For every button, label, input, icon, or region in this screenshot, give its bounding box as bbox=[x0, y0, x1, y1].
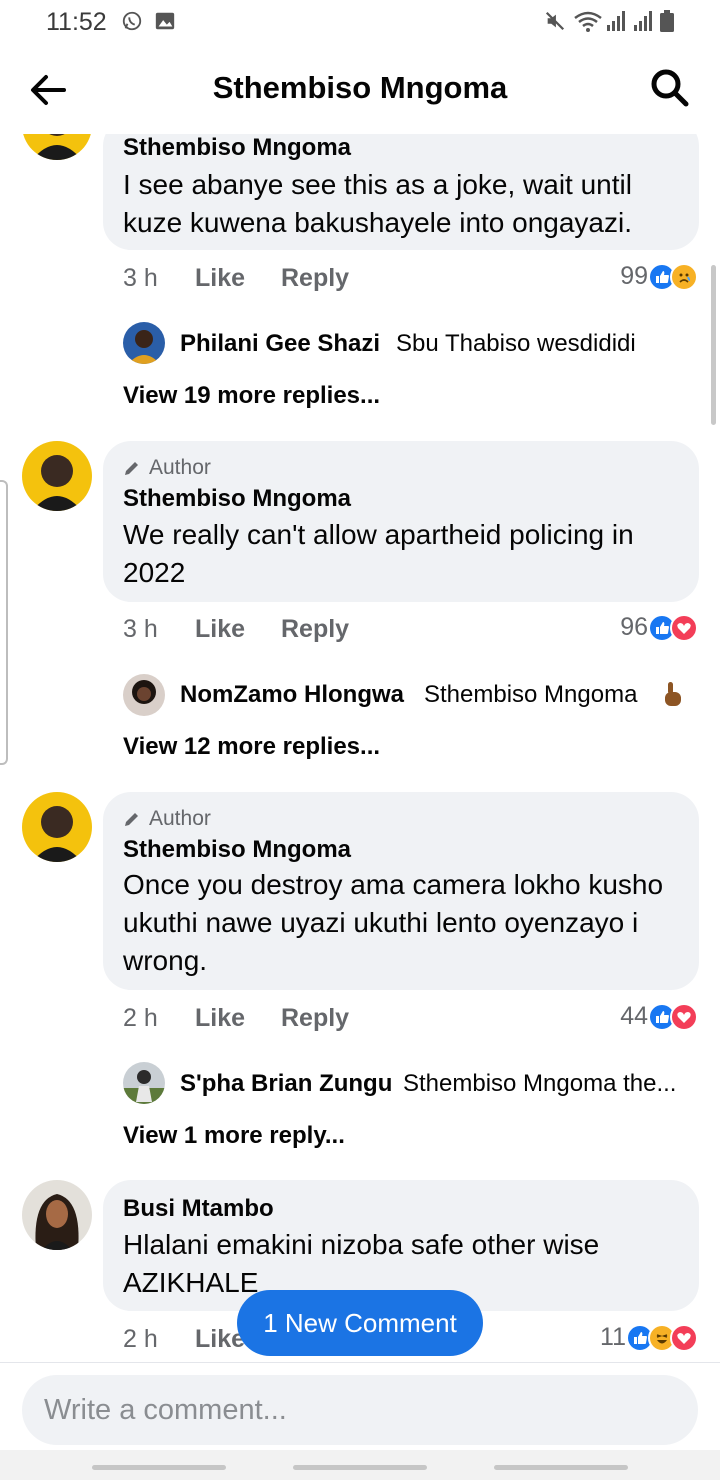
reply-author[interactable]: S'pha Brian Zungu bbox=[180, 1070, 392, 1098]
avatar[interactable] bbox=[22, 441, 92, 511]
like-button[interactable]: Like bbox=[195, 264, 245, 293]
gallery-icon bbox=[155, 12, 175, 30]
comment-author[interactable]: Sthembiso Mngoma bbox=[123, 836, 351, 864]
reply-avatar[interactable] bbox=[123, 322, 165, 364]
view-more-replies[interactable]: View 1 more reply... bbox=[123, 1122, 345, 1150]
reply-text: Sbu Thabiso wesdididi bbox=[396, 330, 636, 357]
mute-icon bbox=[545, 11, 565, 31]
comment-time[interactable]: 3 h bbox=[123, 615, 158, 644]
author-badge-label: Author bbox=[149, 807, 211, 830]
pencil-icon bbox=[125, 813, 138, 826]
status-bar: 11:52 bbox=[0, 0, 720, 44]
reaction-count: 96 bbox=[620, 613, 648, 641]
reply-button[interactable]: Reply bbox=[281, 1004, 349, 1033]
battery-icon bbox=[660, 10, 674, 32]
signal-icon bbox=[607, 11, 625, 31]
author-badge: Author bbox=[123, 807, 211, 831]
like-button[interactable]: Like bbox=[195, 615, 245, 644]
comment-text: We really can't allow apartheid policing… bbox=[123, 519, 634, 588]
whatsapp-icon bbox=[122, 11, 142, 31]
reply-author[interactable]: Philani Gee Shazi bbox=[180, 330, 380, 358]
view-more-replies[interactable]: View 19 more replies... bbox=[123, 382, 380, 410]
reply-text: Sthembiso Mngoma bbox=[424, 681, 638, 708]
reaction-summary[interactable]: 99 bbox=[620, 262, 698, 291]
comment-time[interactable]: 3 h bbox=[123, 264, 158, 293]
love-reaction-icon bbox=[670, 613, 698, 642]
sad-reaction-icon bbox=[670, 262, 698, 291]
nav-home-button[interactable] bbox=[293, 1465, 427, 1470]
app-header: Sthembiso Mngoma bbox=[0, 44, 720, 134]
scrollbar[interactable] bbox=[711, 265, 716, 425]
comment-author[interactable]: Busi Mtambo bbox=[123, 1195, 274, 1223]
comment-author[interactable]: Sthembiso Mngoma bbox=[123, 134, 351, 162]
comment-time[interactable]: 2 h bbox=[123, 1325, 158, 1354]
like-button[interactable]: Like bbox=[195, 1004, 245, 1033]
comment-composer bbox=[0, 1362, 720, 1450]
pencil-icon bbox=[125, 462, 138, 475]
reaction-summary[interactable]: 96 bbox=[620, 613, 698, 642]
reaction-count: 44 bbox=[620, 1002, 648, 1030]
author-badge: Author bbox=[123, 456, 211, 480]
system-nav-bar bbox=[0, 1450, 720, 1480]
signal-icon-2 bbox=[634, 11, 652, 31]
status-time: 11:52 bbox=[46, 8, 107, 36]
comment-time[interactable]: 2 h bbox=[123, 1004, 158, 1033]
edge-panel-handle[interactable] bbox=[0, 480, 8, 765]
reply-button[interactable]: Reply bbox=[281, 615, 349, 644]
love-reaction-icon bbox=[670, 1002, 698, 1031]
wifi-icon bbox=[574, 11, 602, 32]
avatar[interactable] bbox=[22, 1180, 92, 1250]
view-more-replies[interactable]: View 12 more replies... bbox=[123, 733, 380, 761]
reply-author[interactable]: NomZamo Hlongwa bbox=[180, 681, 404, 709]
reaction-summary[interactable]: 11 bbox=[600, 1323, 698, 1352]
reaction-count: 11 bbox=[600, 1323, 626, 1351]
nav-recents-button[interactable] bbox=[92, 1465, 226, 1470]
avatar[interactable] bbox=[22, 792, 92, 862]
reply-button[interactable]: Reply bbox=[281, 264, 349, 293]
reaction-count: 99 bbox=[620, 262, 648, 290]
comment-input[interactable] bbox=[22, 1375, 698, 1445]
reply-avatar[interactable] bbox=[123, 1062, 165, 1104]
reaction-summary[interactable]: 44 bbox=[620, 1002, 698, 1031]
reply-avatar[interactable] bbox=[123, 674, 165, 716]
page-title: Sthembiso Mngoma bbox=[212, 70, 508, 105]
search-icon[interactable] bbox=[648, 66, 692, 110]
reply-text: Sthembiso Mngoma the... bbox=[403, 1070, 677, 1097]
love-reaction-icon bbox=[670, 1323, 698, 1352]
author-badge-label: Author bbox=[149, 456, 211, 479]
comment-text: Once you destroy ama camera lokho kusho … bbox=[123, 869, 664, 976]
comment-text: I see abanye see this as a joke, wait un… bbox=[123, 169, 633, 238]
finger-emoji-icon bbox=[665, 682, 681, 706]
comment-author[interactable]: Sthembiso Mngoma bbox=[123, 485, 351, 513]
new-comment-button[interactable]: 1 New Comment bbox=[237, 1290, 483, 1356]
nav-back-button[interactable] bbox=[494, 1465, 628, 1470]
